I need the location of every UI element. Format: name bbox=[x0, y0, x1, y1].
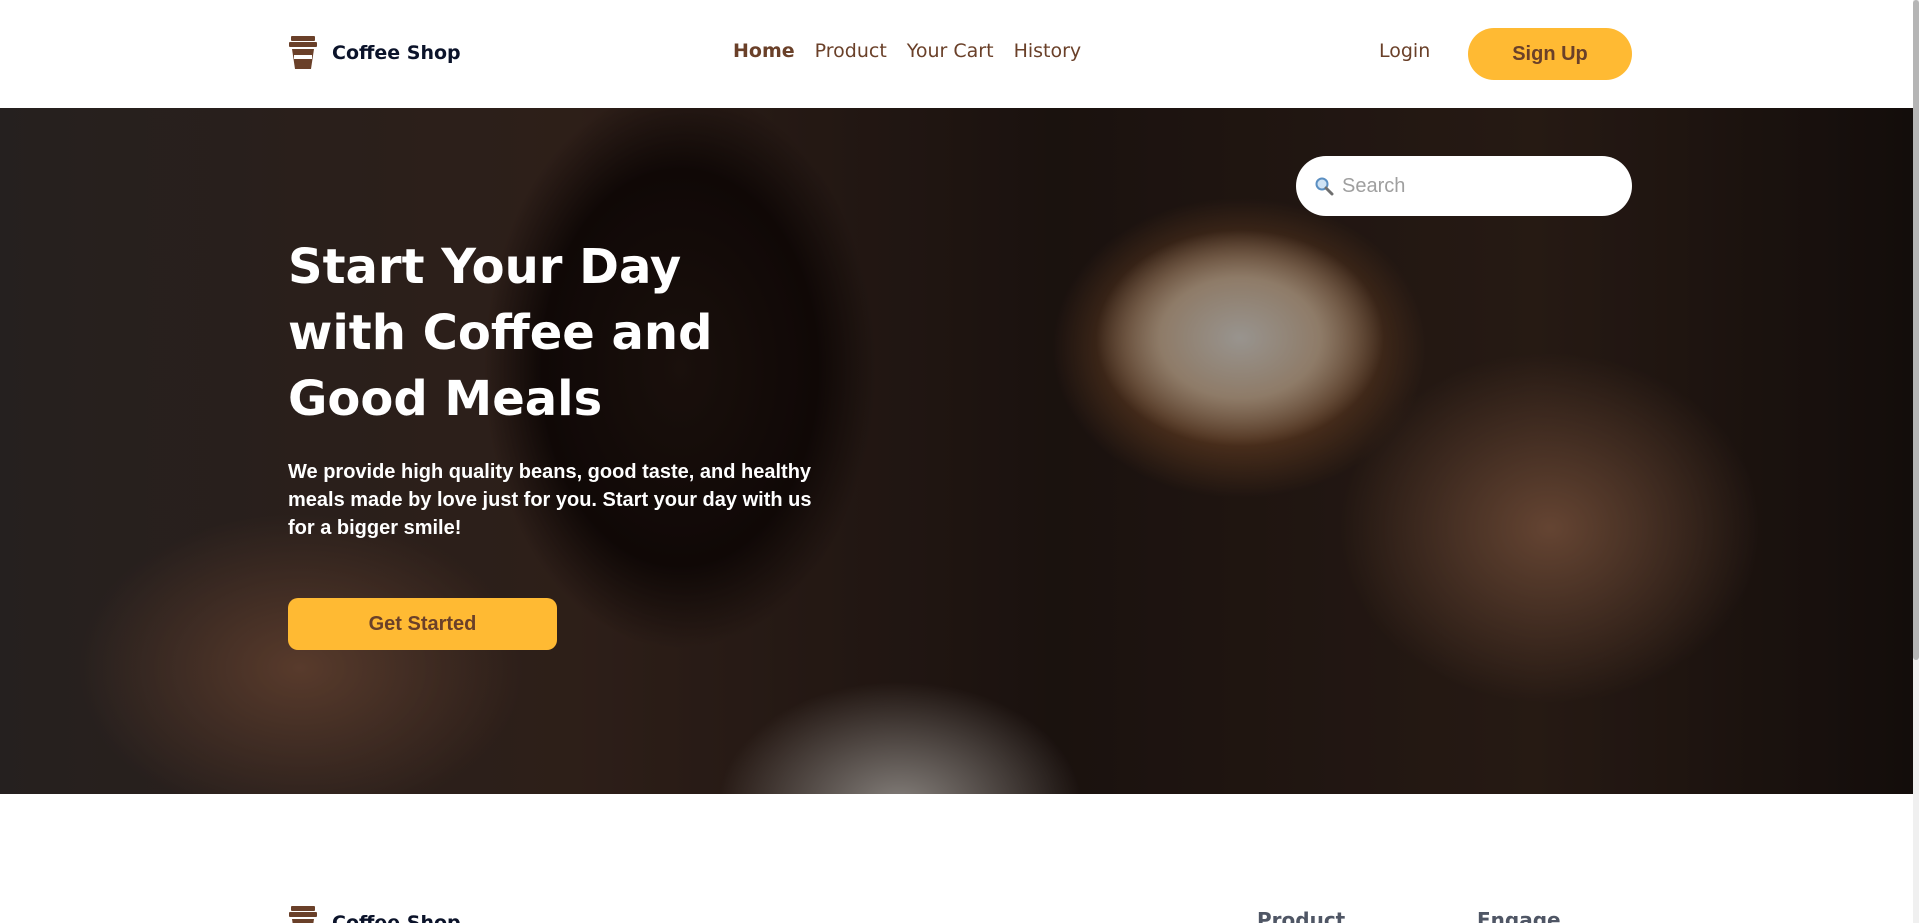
get-started-button[interactable]: Get Started bbox=[288, 598, 557, 650]
search-input[interactable] bbox=[1342, 174, 1602, 198]
hero-title: Start Your Day with Coffee and Good Meal… bbox=[288, 239, 713, 427]
nav-item-your-cart[interactable]: Your Cart bbox=[907, 40, 994, 62]
main-nav: Home Product Your Cart History bbox=[733, 40, 1081, 62]
search-icon bbox=[1315, 177, 1334, 196]
scrollbar-thumb[interactable] bbox=[1913, 0, 1919, 660]
footer-column-product-title: Product bbox=[1257, 908, 1346, 923]
footer: Coffee Shop Product Engage bbox=[0, 794, 1919, 923]
hero-description: We provide high quality beans, good tast… bbox=[288, 461, 812, 539]
coffee-cup-icon bbox=[289, 906, 317, 923]
signup-button[interactable]: Sign Up bbox=[1468, 28, 1632, 80]
top-navbar: Coffee Shop Home Product Your Cart Histo… bbox=[0, 0, 1919, 108]
hero-section: Start Your Day with Coffee and Good Meal… bbox=[0, 108, 1919, 794]
footer-brand[interactable]: Coffee Shop bbox=[288, 906, 461, 923]
coffee-cup-icon bbox=[289, 36, 317, 69]
brand-logo[interactable]: Coffee Shop bbox=[288, 36, 461, 70]
footer-brand-name: Coffee Shop bbox=[332, 912, 461, 923]
brand-name: Coffee Shop bbox=[332, 42, 461, 64]
footer-column-engage-title: Engage bbox=[1477, 908, 1561, 923]
hero-content: Start Your Day with Coffee and Good Meal… bbox=[288, 234, 848, 542]
login-link[interactable]: Login bbox=[1379, 40, 1430, 62]
nav-item-home[interactable]: Home bbox=[733, 40, 795, 62]
nav-item-product[interactable]: Product bbox=[815, 40, 887, 62]
page-scrollbar[interactable] bbox=[1913, 0, 1919, 923]
search-bar[interactable] bbox=[1296, 156, 1632, 216]
nav-item-history[interactable]: History bbox=[1014, 40, 1082, 62]
